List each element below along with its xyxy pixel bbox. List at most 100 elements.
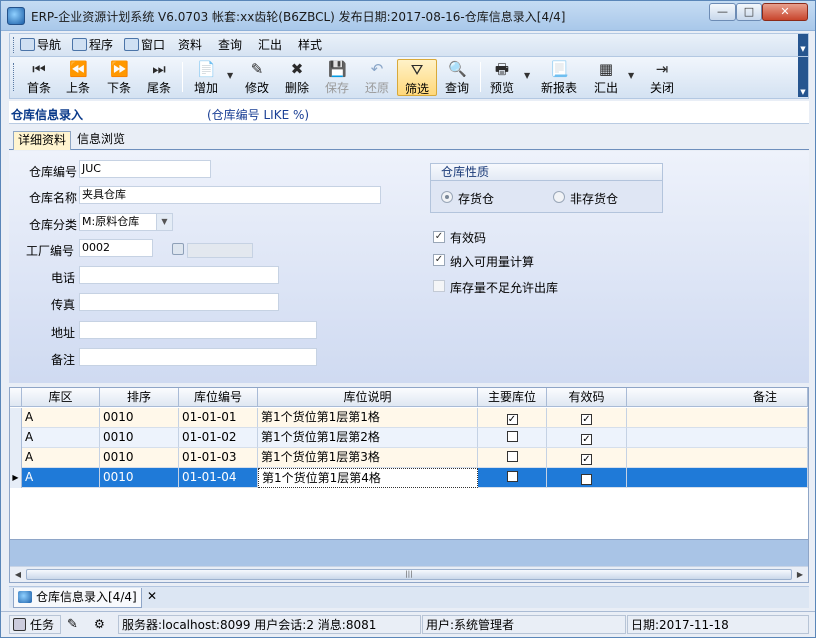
toolbar-overflow-icon[interactable]: ▼ [798,57,808,97]
last-button[interactable]: ⏭ 尾条 [139,59,179,96]
next-button[interactable]: ⏩ 下条 [99,59,139,96]
col-valid[interactable]: 有效码 [547,388,627,407]
cell-main-checkbox[interactable] [506,451,518,462]
cell-zone[interactable]: A [22,468,100,488]
nonstock-radio[interactable] [553,191,565,203]
col-code[interactable]: 库位编号 [179,388,258,407]
fax-field[interactable] [79,293,279,311]
maximize-button[interactable]: □ [736,3,762,21]
query-button[interactable]: 🔍 查询 [437,59,477,96]
cell-code[interactable]: 01-01-02 [179,428,258,448]
cell-zone[interactable]: A [22,428,100,448]
factory-lookup-icon[interactable] [172,243,184,255]
menu-query[interactable]: 查询 [218,37,242,54]
horizontal-scrollbar[interactable]: ◀ ||| ▶ [10,566,808,582]
edit-icon[interactable]: ✎ [67,617,83,632]
cell-order[interactable]: 0010 [100,448,179,468]
phone-field[interactable] [79,266,279,284]
cell-main[interactable] [478,448,547,468]
cell-remark[interactable] [627,448,808,468]
close-window-button[interactable]: ✕ [762,3,808,21]
cell-main-checkbox[interactable]: ✓ [506,414,518,425]
allow-negative-checkbox[interactable] [433,280,445,292]
col-remark[interactable]: 备注 [627,388,808,407]
new-report-button[interactable]: 📃 新报表 [539,59,579,96]
cell-valid[interactable]: ✓ [547,448,627,468]
scroll-left-icon[interactable]: ◀ [11,568,25,582]
tab-browse[interactable]: 信息浏览 [73,131,129,150]
delete-button[interactable]: ✖ 删除 [277,59,317,96]
preview-button[interactable]: 🖶 预览 [482,59,522,96]
cell-main-checkbox[interactable] [506,431,518,442]
menu-navigate[interactable]: 导航 [20,37,61,54]
col-zone[interactable]: 库区 [22,388,100,407]
stock-radio[interactable] [441,191,453,203]
available-checkbox[interactable]: ✓ [433,254,445,266]
cell-remark[interactable] [627,428,808,448]
cell-code[interactable]: 01-01-04 [179,468,258,488]
prev-button[interactable]: ⏪ 上条 [58,59,98,96]
doc-tab-warehouse[interactable]: 仓库信息录入[4/4] [13,588,142,608]
row-indicator[interactable] [10,408,22,428]
close-icon[interactable]: ✕ [145,590,159,604]
cell-valid[interactable]: ✓ [547,428,627,448]
row-indicator[interactable] [10,448,22,468]
preview-dropdown-icon[interactable]: ▼ [524,71,530,80]
cell-zone[interactable]: A [22,408,100,428]
cell-valid-checkbox[interactable]: ✓ [581,454,592,465]
address-field[interactable] [79,321,317,339]
col-desc[interactable]: 库位说明 [258,388,478,407]
cell-code[interactable]: 01-01-03 [179,448,258,468]
close-button[interactable]: ⇥ 关闭 [642,59,682,96]
export-dropdown-icon[interactable]: ▼ [628,71,634,80]
cell-desc[interactable]: 第1个货位第1层第4格 [258,468,478,488]
current-row-indicator-icon[interactable]: ▶ [10,468,22,488]
tab-details[interactable]: 详细资料 [13,131,72,150]
cell-main[interactable] [478,428,547,448]
restore-button[interactable]: ↶ 还原 [357,59,397,96]
menu-window[interactable]: 窗口 [124,37,165,54]
cell-desc[interactable]: 第1个货位第1层第2格 [258,428,478,448]
table-row[interactable]: ▶ A 0010 01-01-04 第1个货位第1层第4格 ✓ [10,468,808,488]
menu-style[interactable]: 样式 [298,37,322,54]
cell-valid-checkbox[interactable]: ✓ [581,474,592,485]
cell-remark[interactable] [627,468,808,488]
first-button[interactable]: ⏮ 首条 [19,59,59,96]
scroll-thumb[interactable]: ||| [26,569,792,580]
cell-order[interactable]: 0010 [100,468,179,488]
filter-button[interactable]: ⛛ 筛选 [397,59,437,96]
table-row[interactable]: A 0010 01-01-02 第1个货位第1层第2格 ✓ [10,428,808,448]
add-button[interactable]: 📄 增加 [186,59,226,96]
cell-main-checkbox[interactable] [506,471,518,482]
cell-valid-checkbox[interactable]: ✓ [581,434,592,445]
menubar-grip[interactable] [13,37,16,53]
cell-code[interactable]: 01-01-01 [179,408,258,428]
edit-button[interactable]: ✎ 修改 [237,59,277,96]
name-field[interactable]: 夹具仓库 [79,186,381,204]
chevron-down-icon[interactable]: ▼ [156,214,172,230]
add-dropdown-icon[interactable]: ▼ [227,71,233,80]
scroll-right-icon[interactable]: ▶ [793,568,807,582]
cell-zone[interactable]: A [22,448,100,468]
cell-remark[interactable] [627,408,808,428]
menu-data[interactable]: 资料 [178,37,202,54]
table-row[interactable]: A 0010 01-01-01 第1个货位第1层第1格 ✓ ✓ [10,408,808,428]
menu-program[interactable]: 程序 [72,37,113,54]
menu-export[interactable]: 汇出 [258,37,282,54]
class-select[interactable]: M:原料仓库 ▼ [79,213,173,231]
code-field[interactable]: JUC [79,160,211,178]
cell-desc[interactable]: 第1个货位第1层第3格 [258,448,478,468]
cell-valid[interactable]: ✓ [547,468,627,488]
factory-field[interactable]: 0002 [79,239,153,257]
export-button[interactable]: ▦ 汇出 [586,59,626,96]
task-button[interactable]: 任务 [9,615,61,634]
cell-desc[interactable]: 第1个货位第1层第1格 [258,408,478,428]
save-button[interactable]: 💾 保存 [317,59,357,96]
cell-order[interactable]: 0010 [100,408,179,428]
minimize-button[interactable]: — [709,3,736,21]
col-order[interactable]: 排序 [100,388,179,407]
remark-field[interactable] [79,348,317,366]
cell-valid-checkbox[interactable]: ✓ [581,414,592,425]
col-main[interactable]: 主要库位 [478,388,547,407]
cell-valid[interactable]: ✓ [547,408,627,428]
